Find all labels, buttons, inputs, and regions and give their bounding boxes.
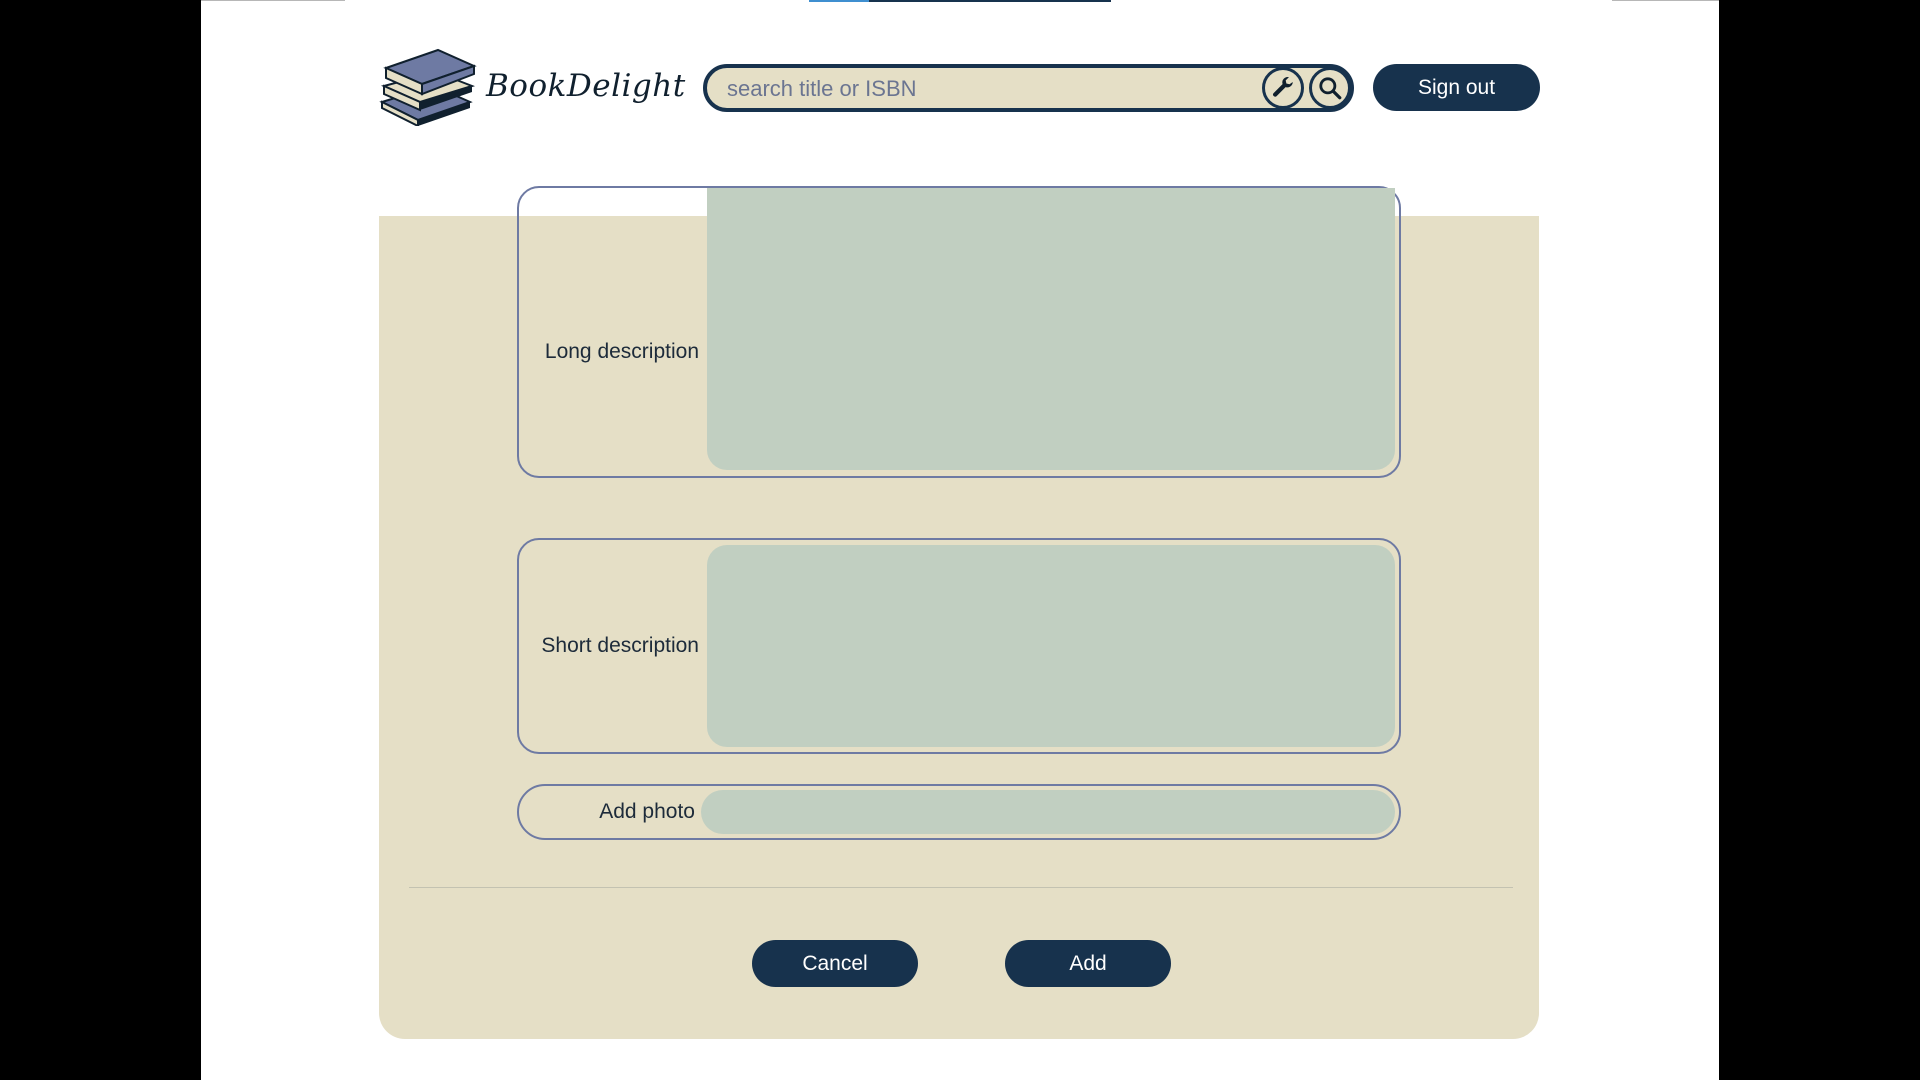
- long-description-label: Long description: [544, 340, 699, 363]
- sign-out-button[interactable]: Sign out: [1373, 64, 1540, 111]
- cancel-button[interactable]: Cancel: [752, 940, 918, 987]
- add-photo-label: Add photo: [599, 800, 695, 823]
- long-description-field: Long description: [517, 186, 1401, 478]
- form-divider: [409, 887, 1513, 888]
- top-divider-right: [1612, 0, 1719, 1]
- long-description-input[interactable]: [707, 188, 1395, 470]
- brand-logo[interactable]: BookDelight: [378, 46, 686, 126]
- search-input[interactable]: [725, 68, 1249, 110]
- short-description-label: Short description: [541, 634, 699, 657]
- books-icon: [379, 48, 477, 126]
- page: BookDelight Sign out Long description Sh…: [201, 0, 1719, 1080]
- short-description-field: Short description: [517, 538, 1401, 754]
- search-button[interactable]: [1309, 67, 1351, 109]
- short-description-input[interactable]: [707, 545, 1395, 747]
- photo-upload-input[interactable]: [701, 790, 1395, 834]
- advanced-search-button[interactable]: [1262, 67, 1304, 109]
- add-button[interactable]: Add: [1005, 940, 1171, 987]
- search-bar: [703, 64, 1354, 112]
- top-scroll-indicator: [809, 0, 1111, 2]
- add-photo-field: Add photo: [517, 784, 1401, 840]
- top-divider-left: [201, 0, 345, 1]
- brand-name: BookDelight: [486, 68, 686, 104]
- add-book-form: Long description Short description Add p…: [379, 186, 1539, 1039]
- wrench-icon: [1273, 77, 1293, 97]
- search-icon: [1319, 77, 1342, 100]
